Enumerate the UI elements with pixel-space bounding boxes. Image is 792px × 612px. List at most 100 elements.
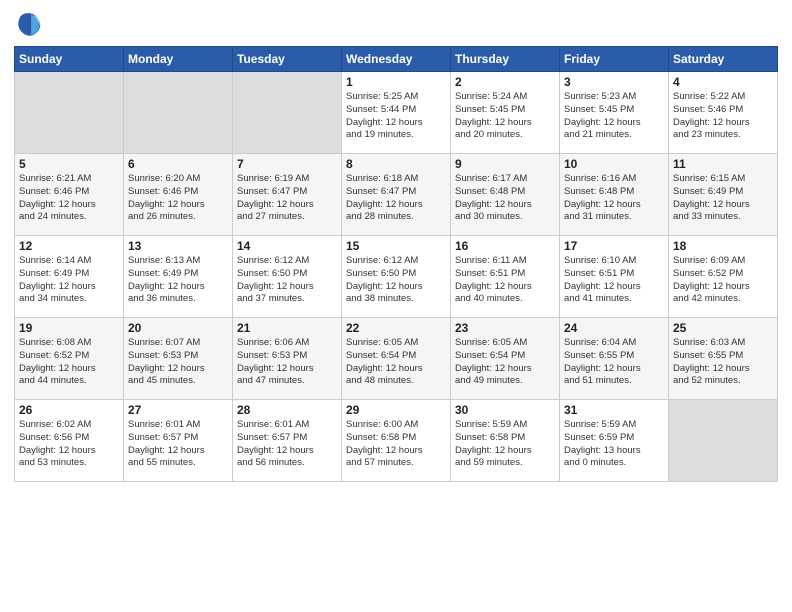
weekday-header-sunday: Sunday	[15, 47, 124, 72]
day-number: 13	[128, 239, 228, 253]
day-number: 30	[455, 403, 555, 417]
weekday-header-monday: Monday	[124, 47, 233, 72]
day-number: 23	[455, 321, 555, 335]
day-info: Sunrise: 6:10 AM Sunset: 6:51 PM Dayligh…	[564, 255, 664, 306]
day-info: Sunrise: 6:13 AM Sunset: 6:49 PM Dayligh…	[128, 255, 228, 306]
day-info: Sunrise: 6:08 AM Sunset: 6:52 PM Dayligh…	[19, 337, 119, 388]
day-cell: 29 Sunrise: 6:00 AM Sunset: 6:58 PM Dayli…	[342, 400, 451, 482]
day-number: 29	[346, 403, 446, 417]
day-cell: 10 Sunrise: 6:16 AM Sunset: 6:48 PM Dayli…	[560, 154, 669, 236]
day-info: Sunrise: 6:18 AM Sunset: 6:47 PM Dayligh…	[346, 173, 446, 224]
day-number: 16	[455, 239, 555, 253]
day-cell: 27 Sunrise: 6:01 AM Sunset: 6:57 PM Dayli…	[124, 400, 233, 482]
day-info: Sunrise: 6:15 AM Sunset: 6:49 PM Dayligh…	[673, 173, 773, 224]
day-cell: 3Sunrise: 5:23 AM Sunset: 5:45 PM Daylig…	[560, 72, 669, 154]
logo	[14, 10, 46, 38]
day-info: Sunrise: 6:11 AM Sunset: 6:51 PM Dayligh…	[455, 255, 555, 306]
day-cell: 1Sunrise: 5:25 AM Sunset: 5:44 PM Daylig…	[342, 72, 451, 154]
day-number: 22	[346, 321, 446, 335]
day-info: Sunrise: 6:19 AM Sunset: 6:47 PM Dayligh…	[237, 173, 337, 224]
day-cell	[15, 72, 124, 154]
weekday-header-saturday: Saturday	[669, 47, 778, 72]
day-cell: 6Sunrise: 6:20 AM Sunset: 6:46 PM Daylig…	[124, 154, 233, 236]
day-cell: 15 Sunrise: 6:12 AM Sunset: 6:50 PM Dayli…	[342, 236, 451, 318]
weekday-header-wednesday: Wednesday	[342, 47, 451, 72]
day-cell	[669, 400, 778, 482]
day-cell: 20 Sunrise: 6:07 AM Sunset: 6:53 PM Dayli…	[124, 318, 233, 400]
day-info: Sunrise: 6:09 AM Sunset: 6:52 PM Dayligh…	[673, 255, 773, 306]
day-info: Sunrise: 6:16 AM Sunset: 6:48 PM Dayligh…	[564, 173, 664, 224]
day-number: 15	[346, 239, 446, 253]
day-number: 25	[673, 321, 773, 335]
day-info: Sunrise: 6:07 AM Sunset: 6:53 PM Dayligh…	[128, 337, 228, 388]
day-info: Sunrise: 6:06 AM Sunset: 6:53 PM Dayligh…	[237, 337, 337, 388]
calendar-table: SundayMondayTuesdayWednesdayThursdayFrid…	[14, 46, 778, 482]
day-number: 8	[346, 157, 446, 171]
day-cell: 8 Sunrise: 6:18 AM Sunset: 6:47 PM Daylig…	[342, 154, 451, 236]
day-info: Sunrise: 5:23 AM Sunset: 5:45 PM Dayligh…	[564, 91, 664, 142]
day-cell: 25 Sunrise: 6:03 AM Sunset: 6:55 PM Dayli…	[669, 318, 778, 400]
day-cell: 7 Sunrise: 6:19 AM Sunset: 6:47 PM Daylig…	[233, 154, 342, 236]
weekday-header-tuesday: Tuesday	[233, 47, 342, 72]
day-number: 21	[237, 321, 337, 335]
day-number: 28	[237, 403, 337, 417]
weekday-header-thursday: Thursday	[451, 47, 560, 72]
day-info: Sunrise: 6:03 AM Sunset: 6:55 PM Dayligh…	[673, 337, 773, 388]
day-cell: 28 Sunrise: 6:01 AM Sunset: 6:57 PM Dayli…	[233, 400, 342, 482]
day-cell: 2 Sunrise: 5:24 AM Sunset: 5:45 PM Daylig…	[451, 72, 560, 154]
day-cell: 9 Sunrise: 6:17 AM Sunset: 6:48 PM Daylig…	[451, 154, 560, 236]
day-cell: 17 Sunrise: 6:10 AM Sunset: 6:51 PM Dayli…	[560, 236, 669, 318]
week-row-1: 1Sunrise: 5:25 AM Sunset: 5:44 PM Daylig…	[15, 72, 778, 154]
day-info: Sunrise: 6:12 AM Sunset: 6:50 PM Dayligh…	[346, 255, 446, 306]
logo-icon	[14, 10, 42, 38]
day-info: Sunrise: 5:22 AM Sunset: 5:46 PM Dayligh…	[673, 91, 773, 142]
day-cell: 31 Sunrise: 5:59 AM Sunset: 6:59 PM Dayli…	[560, 400, 669, 482]
day-cell: 21 Sunrise: 6:06 AM Sunset: 6:53 PM Dayli…	[233, 318, 342, 400]
day-cell: 4Sunrise: 5:22 AM Sunset: 5:46 PM Daylig…	[669, 72, 778, 154]
week-row-3: 12 Sunrise: 6:14 AM Sunset: 6:49 PM Dayli…	[15, 236, 778, 318]
day-cell: 14Sunrise: 6:12 AM Sunset: 6:50 PM Dayli…	[233, 236, 342, 318]
day-cell: 18 Sunrise: 6:09 AM Sunset: 6:52 PM Dayli…	[669, 236, 778, 318]
day-cell: 12 Sunrise: 6:14 AM Sunset: 6:49 PM Dayli…	[15, 236, 124, 318]
day-cell: 16 Sunrise: 6:11 AM Sunset: 6:51 PM Dayli…	[451, 236, 560, 318]
day-number: 2	[455, 75, 555, 89]
day-cell: 19 Sunrise: 6:08 AM Sunset: 6:52 PM Dayli…	[15, 318, 124, 400]
day-info: Sunrise: 6:20 AM Sunset: 6:46 PM Dayligh…	[128, 173, 228, 224]
day-info: Sunrise: 6:05 AM Sunset: 6:54 PM Dayligh…	[346, 337, 446, 388]
day-cell: 24Sunrise: 6:04 AM Sunset: 6:55 PM Dayli…	[560, 318, 669, 400]
day-number: 24	[564, 321, 664, 335]
week-row-2: 5Sunrise: 6:21 AM Sunset: 6:46 PM Daylig…	[15, 154, 778, 236]
day-number: 11	[673, 157, 773, 171]
day-number: 18	[673, 239, 773, 253]
day-cell: 5Sunrise: 6:21 AM Sunset: 6:46 PM Daylig…	[15, 154, 124, 236]
weekday-header-friday: Friday	[560, 47, 669, 72]
day-info: Sunrise: 6:14 AM Sunset: 6:49 PM Dayligh…	[19, 255, 119, 306]
day-info: Sunrise: 6:01 AM Sunset: 6:57 PM Dayligh…	[237, 419, 337, 470]
day-info: Sunrise: 5:24 AM Sunset: 5:45 PM Dayligh…	[455, 91, 555, 142]
day-info: Sunrise: 6:02 AM Sunset: 6:56 PM Dayligh…	[19, 419, 119, 470]
day-cell: 26 Sunrise: 6:02 AM Sunset: 6:56 PM Dayli…	[15, 400, 124, 482]
day-number: 19	[19, 321, 119, 335]
day-number: 10	[564, 157, 664, 171]
day-cell: 13 Sunrise: 6:13 AM Sunset: 6:49 PM Dayli…	[124, 236, 233, 318]
day-info: Sunrise: 5:59 AM Sunset: 6:59 PM Dayligh…	[564, 419, 664, 470]
day-number: 20	[128, 321, 228, 335]
day-cell	[124, 72, 233, 154]
weekday-header-row: SundayMondayTuesdayWednesdayThursdayFrid…	[15, 47, 778, 72]
day-cell: 11 Sunrise: 6:15 AM Sunset: 6:49 PM Dayli…	[669, 154, 778, 236]
day-number: 12	[19, 239, 119, 253]
day-number: 7	[237, 157, 337, 171]
header	[14, 10, 778, 38]
day-number: 31	[564, 403, 664, 417]
day-number: 26	[19, 403, 119, 417]
day-info: Sunrise: 6:01 AM Sunset: 6:57 PM Dayligh…	[128, 419, 228, 470]
day-info: Sunrise: 5:25 AM Sunset: 5:44 PM Dayligh…	[346, 91, 446, 142]
day-number: 27	[128, 403, 228, 417]
day-info: Sunrise: 6:17 AM Sunset: 6:48 PM Dayligh…	[455, 173, 555, 224]
day-number: 17	[564, 239, 664, 253]
day-cell	[233, 72, 342, 154]
day-number: 9	[455, 157, 555, 171]
day-info: Sunrise: 6:00 AM Sunset: 6:58 PM Dayligh…	[346, 419, 446, 470]
day-info: Sunrise: 5:59 AM Sunset: 6:58 PM Dayligh…	[455, 419, 555, 470]
day-number: 5	[19, 157, 119, 171]
